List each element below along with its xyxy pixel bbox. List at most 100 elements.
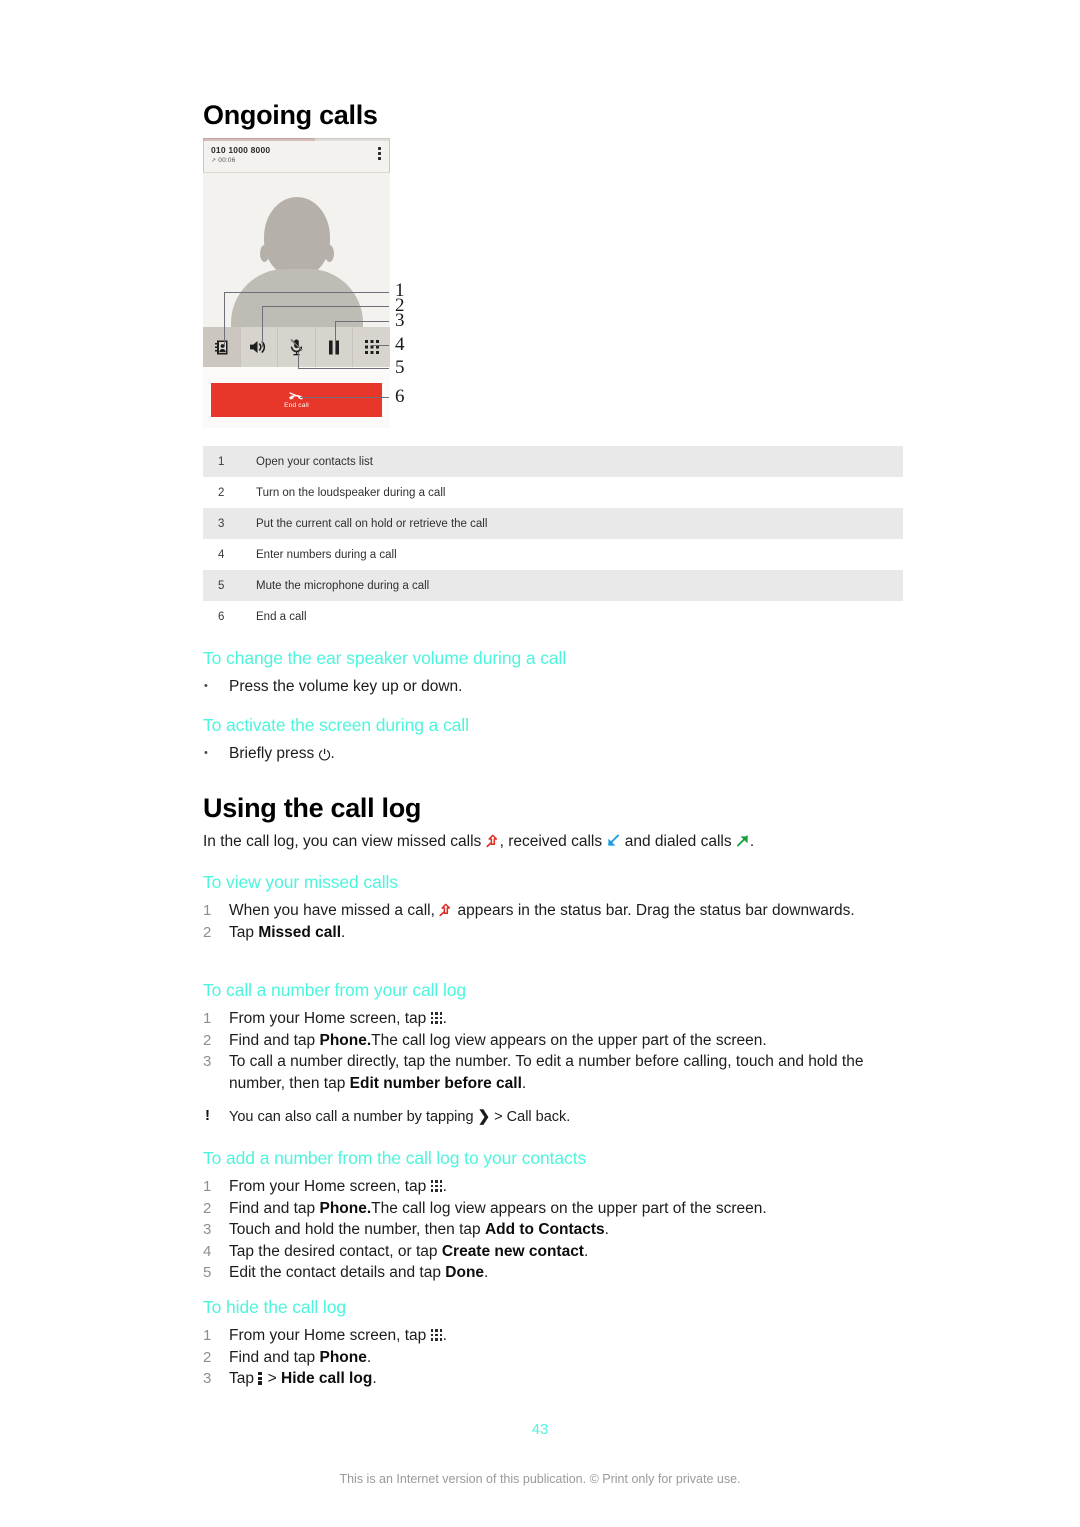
callout-number-3: 3: [395, 310, 405, 331]
table-row: 6 End a call: [203, 601, 903, 632]
callout-reference-table: 1 Open your contacts list 2 Turn on the lou…: [203, 446, 903, 632]
step-text: appears in the status bar. Drag the stat…: [457, 902, 855, 919]
step-list: From your Home screen, tap . Find and ta…: [203, 1008, 903, 1094]
overflow-menu-icon: [258, 1371, 263, 1385]
step-list: From your Home screen, tap . Find and ta…: [203, 1325, 903, 1390]
step-text: .: [442, 1010, 447, 1027]
app-drawer-icon: [430, 1180, 443, 1192]
step-item: When you have missed a call, appears in …: [203, 900, 903, 922]
procedure-heading: To change the ear speaker volume during …: [203, 648, 567, 668]
procedure-add-number-to-contacts: To add a number from the call log to you…: [203, 1148, 903, 1284]
step-item: Find and tap Phone.: [203, 1347, 903, 1369]
end-call-label: End call: [284, 401, 309, 409]
step-text: .: [484, 1264, 489, 1281]
step-text: .: [341, 923, 346, 941]
table-cell-description: Put the current call on hold or retrieve…: [256, 517, 488, 530]
table-row: 3 Put the current call on hold or retriev…: [203, 508, 903, 539]
table-cell-description: End a call: [256, 610, 307, 623]
outgoing-call-icon: ↗: [211, 158, 217, 164]
procedure-hide-call-log: To hide the call log From your Home scre…: [203, 1297, 903, 1390]
end-call-button[interactable]: End call: [211, 383, 382, 417]
table-cell-number: 4: [218, 548, 225, 561]
step-text: .: [366, 1348, 372, 1366]
missed-call-icon: [439, 903, 451, 917]
table-cell-description: Mute the microphone during a call: [256, 579, 430, 592]
ui-label-bold: Phone: [319, 1348, 367, 1366]
step-item: Tap the desired contact, or tap Create n…: [203, 1241, 903, 1263]
procedure-heading: To view your missed calls: [203, 872, 398, 892]
table-cell-number: 5: [218, 579, 225, 592]
procedure-heading: To hide the call log: [203, 1297, 346, 1317]
table-row: 4 Enter numbers during a call: [203, 539, 903, 570]
ui-label-bold: Create new contact: [441, 1242, 584, 1260]
callout-number-5: 5: [395, 357, 405, 378]
page-title-ongoing-calls: Ongoing calls: [203, 100, 378, 130]
step-text: .: [372, 1370, 377, 1387]
mute-mic-icon[interactable]: [278, 327, 316, 367]
step-text: Tap: [229, 923, 254, 941]
intro-mid: , received calls: [499, 833, 603, 850]
intro-prefix: In the call log, you can view missed cal…: [203, 833, 482, 850]
power-button-icon: ⏻: [318, 747, 331, 764]
callout-number-6: 6: [395, 386, 405, 407]
tip-note: ! You can also call a number by tapping …: [203, 1106, 903, 1128]
table-cell-number: 3: [218, 517, 225, 530]
bullet-text-suffix: .: [330, 745, 335, 762]
table-cell-description: Turn on the loudspeaker during a call: [256, 486, 446, 499]
in-call-toolbar: [203, 327, 390, 367]
app-drawer-icon: [430, 1329, 443, 1341]
step-list: From your Home screen, tap . Find and ta…: [203, 1176, 903, 1284]
step-item: To call a number directly, tap the numbe…: [203, 1051, 903, 1094]
step-text: Find and tap: [229, 1031, 316, 1049]
table-row: 5 Mute the microphone during a call: [203, 570, 903, 601]
bullet-item: Press the volume key up or down.: [203, 675, 903, 698]
intro-mid2: and dialed calls: [624, 833, 732, 850]
dialed-call-icon: [736, 835, 748, 847]
speaker-icon[interactable]: [241, 327, 279, 367]
step-item: Edit the contact details and tap Done.: [203, 1262, 903, 1284]
step-text: To call a number directly, tap the numbe…: [229, 1053, 864, 1092]
call-log-intro-paragraph: In the call log, you can view missed cal…: [203, 831, 903, 853]
step-text: .: [583, 1242, 589, 1260]
step-text: The call log view appears on the upper p…: [371, 1031, 767, 1049]
step-item: Tap Missed call.: [203, 922, 903, 944]
contact-avatar-placeholder: [222, 197, 372, 341]
step-text: Tap the desired contact, or tap: [229, 1242, 438, 1260]
note-text: > Call back.: [494, 1109, 571, 1125]
manual-page: Ongoing calls 010 1000 8000 ↗ 00:06 End …: [0, 0, 1080, 1527]
bullet-text-prefix: Briefly press: [229, 745, 315, 762]
table-cell-description: Open your contacts list: [256, 455, 373, 468]
end-call-icon: [289, 391, 304, 400]
step-text: .: [604, 1221, 609, 1238]
bullet-item: Briefly press ⏻.: [203, 742, 903, 767]
procedure-heading: To add a number from the call log to you…: [203, 1148, 587, 1168]
call-timer-value: 00:06: [218, 157, 236, 164]
intro-suffix: .: [749, 833, 755, 850]
ui-label-bold: Phone.: [319, 1199, 372, 1217]
contacts-icon[interactable]: [203, 327, 241, 367]
ui-label-bold: Done: [445, 1264, 485, 1281]
table-cell-number: 1: [218, 455, 225, 468]
procedure-activate-screen: To activate the screen during a call Bri…: [203, 715, 903, 767]
step-text: From your Home screen, tap: [229, 1327, 427, 1344]
step-text: Tap: [229, 1370, 254, 1387]
procedure-call-number-from-log: To call a number from your call log From…: [203, 980, 903, 1143]
call-screen-body: End call: [203, 173, 390, 428]
overflow-menu-icon[interactable]: [378, 147, 381, 162]
step-list: When you have missed a call, appears in …: [203, 900, 903, 943]
step-text: Edit the contact details and tap: [229, 1264, 441, 1281]
ui-label-bold: Missed call: [258, 923, 342, 941]
keypad-icon[interactable]: [353, 327, 390, 367]
step-item: From your Home screen, tap .: [203, 1008, 903, 1030]
note-text: You can also call a number by tapping: [229, 1109, 474, 1125]
missed-call-icon: [485, 834, 497, 848]
step-text: .: [521, 1074, 527, 1092]
step-text: From your Home screen, tap: [229, 1010, 427, 1027]
step-text: From your Home screen, tap: [229, 1178, 427, 1195]
step-text: .: [442, 1178, 447, 1195]
step-text: When you have missed a call,: [229, 902, 435, 919]
step-text: Find and tap: [229, 1199, 316, 1217]
step-text: >: [267, 1370, 277, 1387]
app-drawer-icon: [430, 1012, 443, 1024]
step-text: The call log view appears on the upper p…: [371, 1199, 767, 1217]
